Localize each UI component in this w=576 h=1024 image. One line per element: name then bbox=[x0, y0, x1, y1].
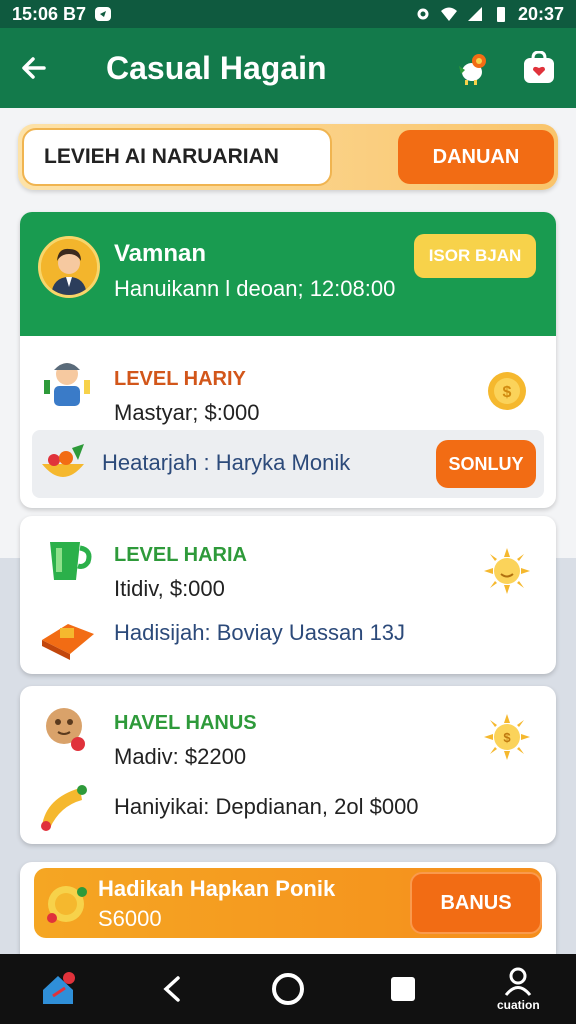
harvest-bowl-icon bbox=[42, 444, 84, 477]
farmer-icon bbox=[44, 363, 90, 406]
chicken-button[interactable] bbox=[454, 49, 492, 87]
cornucopia-icon bbox=[41, 785, 87, 831]
wifi-icon bbox=[440, 7, 457, 21]
level-3-title: HAVEL HANUS bbox=[114, 712, 257, 734]
search-bar: LEVIEH AI NARUARIAN DANUAN bbox=[18, 124, 558, 190]
level-2-price: Itidiv, $:000 bbox=[114, 576, 225, 601]
cookie-character-icon bbox=[46, 708, 85, 751]
person-icon bbox=[505, 967, 532, 996]
page-title: Casual Hagain bbox=[106, 49, 327, 86]
crate-icon bbox=[42, 624, 94, 660]
level-1-detail: Heatarjah : Haryka Monik bbox=[102, 450, 351, 475]
back-button[interactable] bbox=[18, 52, 50, 84]
nav-back-button[interactable] bbox=[141, 957, 205, 1021]
nav-recents-button[interactable] bbox=[371, 957, 435, 1021]
level-1-title: LEVEL HARIY bbox=[114, 368, 246, 390]
man-avatar-icon bbox=[41, 239, 97, 295]
notification-icon bbox=[95, 7, 112, 21]
main-content: LEVIEH AI NARUARIAN DANUAN Vamnan Hanuik… bbox=[0, 108, 576, 954]
nav-home-button[interactable] bbox=[26, 957, 90, 1021]
profile-name: Vamnan bbox=[114, 240, 207, 267]
house-icon bbox=[42, 972, 75, 1004]
level-3-detail: Haniyikai: Depdianan, 2ol $000 bbox=[114, 794, 419, 819]
green-cup-icon bbox=[50, 542, 92, 580]
promo-card: Hadikah Hapkan Ponik S6000 BANUS bbox=[20, 862, 556, 954]
settings-icon bbox=[417, 8, 429, 20]
gift-bag-icon bbox=[524, 51, 554, 83]
level-3-card: HAVEL HANUS Madiv: $2200 $ Haniyikai: De… bbox=[20, 686, 556, 844]
nav-home-circle-button[interactable] bbox=[256, 957, 320, 1021]
level-2-detail: Hadisijah: Boviay Uassan 13J bbox=[114, 620, 406, 645]
level-1-price: Mastyar; $:000 bbox=[114, 400, 260, 425]
app-bar: Casual Hagain bbox=[0, 28, 576, 108]
chevron-left-icon bbox=[163, 976, 180, 1002]
coin-bag-icon bbox=[47, 886, 87, 923]
avatar bbox=[38, 236, 100, 298]
svg-text:$: $ bbox=[503, 384, 512, 401]
search-button[interactable]: DANUAN bbox=[398, 130, 554, 184]
arrow-left-icon bbox=[22, 57, 46, 79]
bottom-nav: cuation bbox=[0, 954, 576, 1024]
circle-home-icon bbox=[271, 973, 304, 1005]
level-1-detail-row: Heatarjah : Haryka Monik SONLUY bbox=[32, 430, 544, 498]
sun-coin-icon: $ bbox=[484, 714, 530, 760]
profile-subtitle: Hanuikann l deoan; 12:08:00 bbox=[114, 276, 396, 301]
profile-card: Vamnan Hanuikann l deoan; 12:08:00 ISOR … bbox=[20, 212, 556, 508]
status-bar: 15:06 B7 20:37 bbox=[0, 0, 576, 28]
profile-header: Vamnan Hanuikann l deoan; 12:08:00 ISOR … bbox=[20, 212, 556, 336]
coin-icon: $ bbox=[488, 372, 526, 410]
promo-title: Hadikah Hapkan Ponik bbox=[98, 876, 336, 901]
nav-profile-label: cuation bbox=[497, 998, 540, 1012]
profile-badge-button[interactable]: ISOR BJAN bbox=[414, 234, 536, 278]
chicken-icon bbox=[459, 54, 486, 85]
level-2-card: LEVEL HARIA Itidiv, $:000 Hadisijah: Bov… bbox=[20, 516, 556, 674]
square-recents-icon bbox=[391, 977, 416, 1001]
sun-icon bbox=[484, 548, 530, 594]
svg-text:$: $ bbox=[503, 730, 511, 745]
promo-banner: Hadikah Hapkan Ponik S6000 BANUS bbox=[34, 868, 542, 938]
bonus-button[interactable]: BANUS bbox=[410, 872, 542, 934]
signal-icon bbox=[467, 7, 482, 21]
gift-button[interactable] bbox=[520, 49, 558, 87]
search-input[interactable]: LEVIEH AI NARUARIAN bbox=[22, 128, 332, 186]
level-2-title: LEVEL HARIA bbox=[114, 544, 247, 566]
nav-profile-button[interactable]: cuation bbox=[486, 957, 550, 1021]
battery-icon bbox=[496, 7, 505, 22]
promo-amount: S6000 bbox=[98, 906, 162, 931]
status-time-right: 20:37 bbox=[517, 3, 564, 24]
level-1-action-button[interactable]: SONLUY bbox=[436, 440, 536, 488]
level-3-price: Madiv: $2200 bbox=[114, 744, 247, 769]
status-time-left: 15:06 B7 bbox=[12, 3, 87, 24]
